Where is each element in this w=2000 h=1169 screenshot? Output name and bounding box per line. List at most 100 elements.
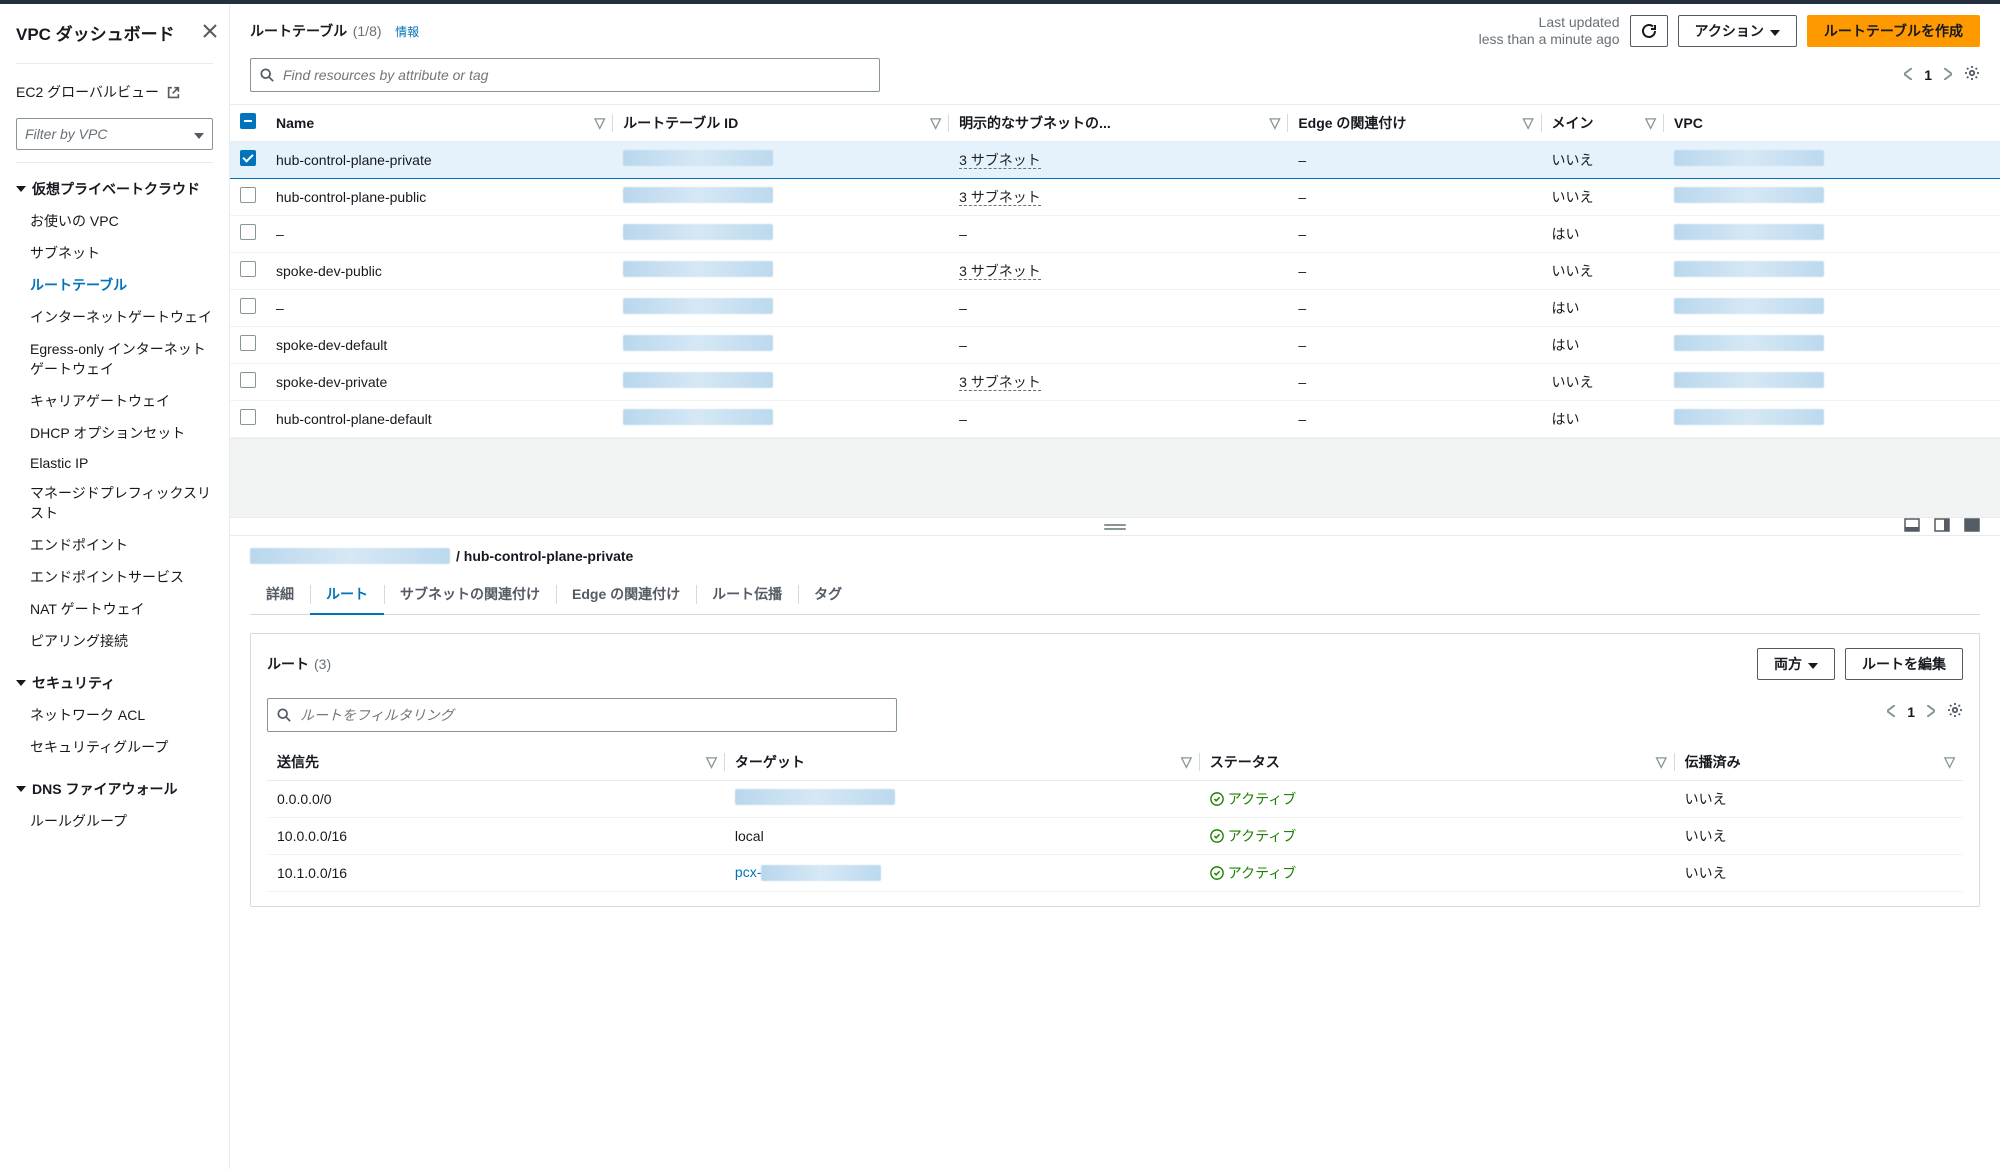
caret-down-icon	[16, 186, 26, 192]
table-row[interactable]: –––はい	[230, 215, 2000, 252]
table-row[interactable]: spoke-dev-default––はい	[230, 326, 2000, 363]
settings-gear-icon[interactable]	[1964, 65, 1980, 84]
sidebar-group-header[interactable]: 仮想プライベートクラウド	[16, 179, 213, 199]
sidebar-item[interactable]: インターネットゲートウェイ	[16, 301, 213, 333]
routes-settings-icon[interactable]	[1947, 702, 1963, 721]
table-row[interactable]: spoke-dev-private3 サブネット–いいえ	[230, 363, 2000, 400]
subnet-link[interactable]: 3 サブネット	[959, 374, 1041, 391]
split-handle[interactable]	[230, 518, 2000, 536]
search-input[interactable]	[250, 58, 880, 92]
col-rt-id[interactable]: ルートテーブル ID	[623, 115, 738, 131]
col-edge[interactable]: Edge の関連付け	[1298, 115, 1406, 131]
routes-prev-page[interactable]	[1887, 704, 1895, 720]
cell-name: spoke-dev-default	[266, 326, 613, 363]
table-row[interactable]: spoke-dev-public3 サブネット–いいえ	[230, 252, 2000, 289]
routes-col-status[interactable]: ステータス	[1210, 754, 1280, 770]
sidebar-item[interactable]: ネットワーク ACL	[16, 699, 213, 731]
sidebar-item[interactable]: NAT ゲートウェイ	[16, 593, 213, 625]
refresh-button[interactable]	[1630, 15, 1668, 47]
cell-name: hub-control-plane-public	[266, 178, 613, 215]
table-row[interactable]: hub-control-plane-public3 サブネット–いいえ	[230, 178, 2000, 215]
tab[interactable]: ルート伝播	[696, 576, 798, 614]
next-page[interactable]	[1944, 67, 1952, 83]
row-checkbox[interactable]	[240, 298, 256, 314]
route-status: アクティブ	[1210, 789, 1296, 809]
sidebar-item[interactable]: Elastic IP	[16, 449, 213, 477]
routes-col-dest[interactable]: 送信先	[277, 754, 319, 770]
sidebar-item[interactable]: サブネット	[16, 237, 213, 269]
edit-routes-button[interactable]: ルートを編集	[1845, 648, 1963, 680]
cell-subnets: –	[949, 326, 1288, 363]
cell-name: –	[266, 215, 613, 252]
route-dest: 0.0.0.0/0	[267, 780, 725, 817]
sidebar-item[interactable]: ルールグループ	[16, 805, 213, 837]
routes-page-number[interactable]: 1	[1907, 704, 1915, 720]
vpc-filter-placeholder: Filter by VPC	[25, 126, 107, 142]
col-name[interactable]: Name	[276, 115, 314, 131]
col-explicit-subnets[interactable]: 明示的なサブネットの...	[959, 115, 1111, 131]
sidebar-item[interactable]: ルートテーブル	[16, 269, 213, 301]
routes-next-page[interactable]	[1927, 704, 1935, 720]
page-number[interactable]: 1	[1924, 67, 1932, 83]
row-checkbox[interactable]	[240, 409, 256, 425]
row-checkbox[interactable]	[240, 372, 256, 388]
tab[interactable]: タグ	[798, 576, 858, 614]
subnet-link[interactable]: 3 サブネット	[959, 263, 1041, 280]
subnet-link[interactable]: 3 サブネット	[959, 152, 1041, 169]
search-icon	[277, 708, 291, 722]
redacted-rt-id	[623, 150, 773, 166]
vpc-filter[interactable]: Filter by VPC	[16, 118, 213, 150]
row-checkbox[interactable]	[240, 187, 256, 203]
sidebar-item[interactable]: DHCP オプションセット	[16, 417, 213, 449]
routes-search-input[interactable]	[267, 698, 897, 732]
cell-subnets: 3 サブネット	[949, 363, 1288, 400]
sidebar-item[interactable]: キャリアゲートウェイ	[16, 385, 213, 417]
prev-page[interactable]	[1904, 67, 1912, 83]
select-all-checkbox[interactable]	[240, 113, 256, 129]
row-checkbox[interactable]	[240, 335, 256, 351]
sidebar-item[interactable]: ピアリング接続	[16, 625, 213, 657]
sidebar-item[interactable]: エンドポイント	[16, 529, 213, 561]
actions-button[interactable]: アクション	[1678, 15, 1797, 47]
redacted-vpc	[1674, 224, 1824, 240]
panel-bottom-icon[interactable]	[1904, 518, 1920, 535]
route-status: アクティブ	[1210, 863, 1296, 883]
table-row[interactable]: –––はい	[230, 289, 2000, 326]
sidebar-item[interactable]: マネージドプレフィックスリスト	[16, 477, 213, 529]
routes-col-propagated[interactable]: 伝播済み	[1685, 754, 1741, 770]
table-row[interactable]: hub-control-plane-private3 サブネット–いいえ	[230, 141, 2000, 178]
routes-filter-dropdown[interactable]: 両方	[1757, 648, 1835, 680]
tab[interactable]: 詳細	[250, 576, 310, 614]
row-checkbox[interactable]	[240, 224, 256, 240]
close-icon[interactable]	[203, 24, 217, 41]
cell-main: いいえ	[1542, 178, 1665, 215]
table-pager: 1	[1904, 65, 1980, 84]
tab[interactable]: サブネットの関連付け	[384, 576, 556, 614]
info-link[interactable]: 情報	[395, 25, 419, 39]
routes-col-target[interactable]: ターゲット	[735, 754, 805, 770]
create-route-table-button[interactable]: ルートテーブルを作成	[1807, 15, 1980, 47]
cell-main: いいえ	[1542, 363, 1665, 400]
target-link[interactable]	[735, 789, 895, 805]
sidebar-item[interactable]: Egress-only インターネットゲートウェイ	[16, 333, 213, 385]
tab[interactable]: Edge の関連付け	[556, 576, 696, 614]
panel-full-icon[interactable]	[1964, 518, 1980, 535]
tab[interactable]: ルート	[310, 576, 384, 614]
sidebar-item[interactable]: セキュリティグループ	[16, 731, 213, 763]
target-link[interactable]: pcx-	[735, 864, 881, 880]
table-row[interactable]: hub-control-plane-default––はい	[230, 400, 2000, 437]
sidebar-item[interactable]: エンドポイントサービス	[16, 561, 213, 593]
col-vpc[interactable]: VPC	[1674, 115, 1703, 131]
subnet-link[interactable]: 3 サブネット	[959, 189, 1041, 206]
cell-subnets: 3 サブネット	[949, 178, 1288, 215]
ec2-global-view-link[interactable]: EC2 グローバルビュー	[16, 76, 229, 108]
col-main[interactable]: メイン	[1552, 115, 1594, 131]
row-checkbox[interactable]	[240, 150, 256, 166]
route-target: local	[725, 817, 1200, 854]
panel-side-icon[interactable]	[1934, 518, 1950, 535]
sidebar-group-header[interactable]: セキュリティ	[16, 673, 213, 693]
sidebar-group-header[interactable]: DNS ファイアウォール	[16, 779, 213, 799]
row-checkbox[interactable]	[240, 261, 256, 277]
sidebar-item[interactable]: お使いの VPC	[16, 205, 213, 237]
cell-subnets: –	[949, 215, 1288, 252]
